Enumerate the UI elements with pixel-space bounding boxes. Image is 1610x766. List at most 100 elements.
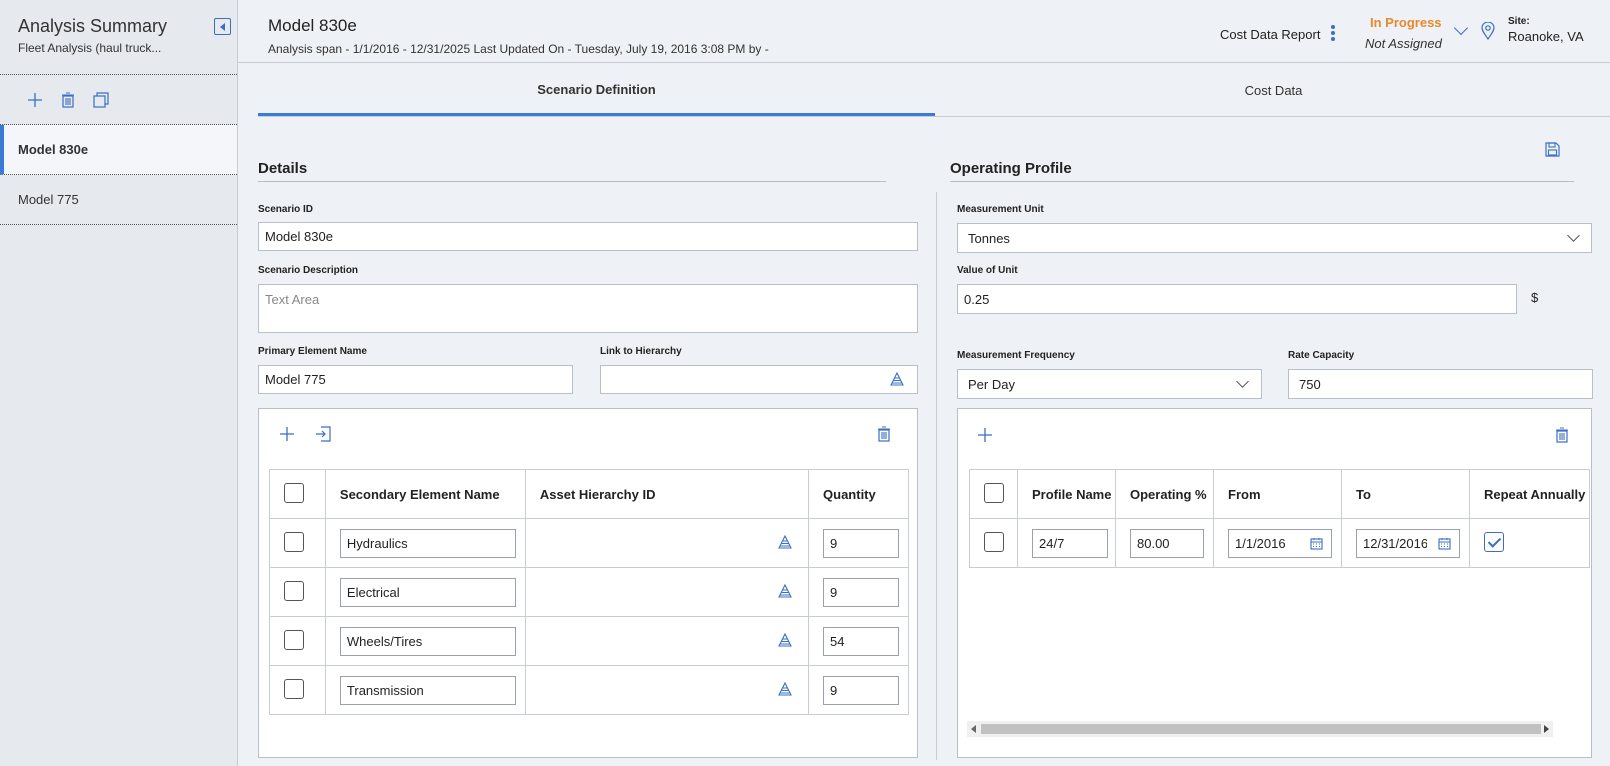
hierarchy-icon[interactable] [778,633,792,647]
sidebar-subtitle: Fleet Analysis (haul truck... [18,41,162,55]
scenario-description-textarea[interactable]: Text Area [258,284,918,333]
row-select-cell [269,665,326,715]
row-select-cell [269,567,326,617]
delete-row-icon[interactable] [1555,427,1569,443]
secondary-name-input[interactable]: Transmission [339,675,516,705]
quantity-input[interactable]: 9 [823,675,900,705]
sidebar-item-model-830e[interactable]: Model 830e [0,125,237,175]
collapse-sidebar-button[interactable] [214,18,231,35]
cost-data-report-link[interactable]: Cost Data Report [1220,27,1320,42]
measurement-frequency-select[interactable]: Per Day [957,369,1262,399]
rate-capacity-input[interactable]: 750 [1288,369,1593,399]
hierarchy-cell [524,665,810,715]
hierarchy-icon[interactable] [778,682,792,696]
table-row: Transmission 9 [269,665,909,715]
from-date-input[interactable]: 1/1/2016 [1228,528,1332,558]
add-row-icon[interactable] [977,427,993,443]
chevron-down-icon[interactable] [1453,20,1469,36]
secondary-name-input[interactable]: Hydraulics [339,528,516,558]
scroll-right-icon[interactable] [1544,725,1549,733]
hierarchy-icon[interactable] [778,584,792,598]
link-to-hierarchy-label: Link to Hierarchy [600,346,682,357]
horizontal-scrollbar[interactable] [967,721,1553,737]
table-row: 24/7 80.00 1/1/2016 12/31/2016 [969,518,1590,568]
column-header[interactable]: Asset Hierarchy ID [524,469,810,519]
calendar-icon[interactable] [1310,537,1323,550]
repeat-annually-checkbox[interactable] [1484,531,1504,552]
hierarchy-cell [524,518,810,568]
operating-cell: 80.00 [1115,518,1214,568]
secondary-name-input[interactable]: Wheels/Tires [339,626,516,656]
row-checkbox[interactable] [284,531,304,552]
row-select-cell [269,616,326,666]
column-header[interactable]: Operating % [1115,469,1214,519]
currency-label: $ [1531,290,1539,305]
more-options-icon[interactable] [1331,25,1335,41]
sidebar-header: Analysis Summary Fleet Analysis (haul tr… [0,0,237,75]
operating-profile-table: Profile Name Operating % From To Repeat … [969,469,1590,568]
rate-capacity-label: Rate Capacity [1288,350,1355,361]
repeat-cell [1469,518,1590,568]
select-all-checkbox[interactable] [984,482,1004,503]
name-cell: Transmission [324,665,526,715]
details-title: Details [258,160,886,182]
delete-row-icon[interactable] [877,426,891,442]
scrollbar-thumb[interactable] [981,724,1541,734]
page-subtitle: Analysis span - 1/1/2016 - 12/31/2025 La… [268,42,769,56]
quantity-input[interactable]: 9 [823,528,900,558]
column-header[interactable]: Repeat Annually [1469,469,1590,519]
value-of-unit-input[interactable]: 0.25 [957,284,1517,314]
page-title: Model 830e [268,16,357,35]
primary-element-input[interactable]: Model 775 [258,365,573,394]
table-header-row: Profile Name Operating % From To Repeat … [969,469,1590,519]
site-value: Roanoke, VA [1508,29,1584,44]
quantity-input[interactable]: 9 [823,577,900,607]
hierarchy-icon[interactable] [778,535,792,549]
add-row-icon[interactable] [279,426,295,442]
hierarchy-icon[interactable] [890,372,904,386]
hierarchy-cell [524,567,810,617]
to-cell: 12/31/2016 [1341,518,1470,568]
row-select-cell [969,518,1018,568]
to-date-input[interactable]: 12/31/2016 [1356,528,1460,558]
secondary-elements-table: Secondary Element Name Asset Hierarchy I… [269,469,909,715]
profile-name-input[interactable]: 24/7 [1032,528,1108,558]
operating-percent-input[interactable]: 80.00 [1130,528,1204,558]
tab-cost-data[interactable]: Cost Data [935,65,1610,116]
select-all-header [269,469,326,519]
sidebar-item-model-775[interactable]: Model 775 [0,175,237,225]
scroll-left-icon[interactable] [971,725,976,733]
column-header[interactable]: Profile Name [1017,469,1116,519]
quantity-cell: 9 [808,665,909,715]
measurement-unit-select[interactable]: Tonnes [957,223,1592,253]
row-checkbox[interactable] [284,580,304,601]
table-row: Hydraulics 9 [269,518,909,568]
site-label: Site: [1508,16,1530,27]
quantity-input[interactable]: 54 [823,626,900,656]
row-checkbox[interactable] [984,531,1004,552]
column-header[interactable]: Secondary Element Name [324,469,526,519]
name-cell: Wheels/Tires [324,616,526,666]
calendar-icon[interactable] [1438,537,1451,550]
select-all-header [969,469,1018,519]
tab-scenario-definition[interactable]: Scenario Definition [258,65,935,116]
save-icon[interactable] [1545,142,1560,157]
scenario-id-label: Scenario ID [258,204,314,215]
column-header[interactable]: Quantity [808,469,909,519]
scenario-id-input[interactable]: Model 830e [258,222,918,251]
row-checkbox[interactable] [284,678,304,699]
table-row: Wheels/Tires 54 [269,616,909,666]
name-cell: Electrical [324,567,526,617]
link-to-hierarchy-input[interactable] [600,365,918,394]
row-checkbox[interactable] [284,629,304,650]
column-header[interactable]: From [1213,469,1342,519]
select-all-checkbox[interactable] [284,482,304,503]
column-header[interactable]: To [1341,469,1470,519]
add-icon[interactable] [27,92,43,108]
delete-icon[interactable] [61,91,75,108]
scenario-description-label: Scenario Description [258,265,359,276]
copy-icon[interactable] [93,91,109,108]
secondary-name-input[interactable]: Electrical [339,577,516,607]
value-of-unit-label: Value of Unit [957,265,1018,276]
import-icon[interactable] [315,426,331,442]
